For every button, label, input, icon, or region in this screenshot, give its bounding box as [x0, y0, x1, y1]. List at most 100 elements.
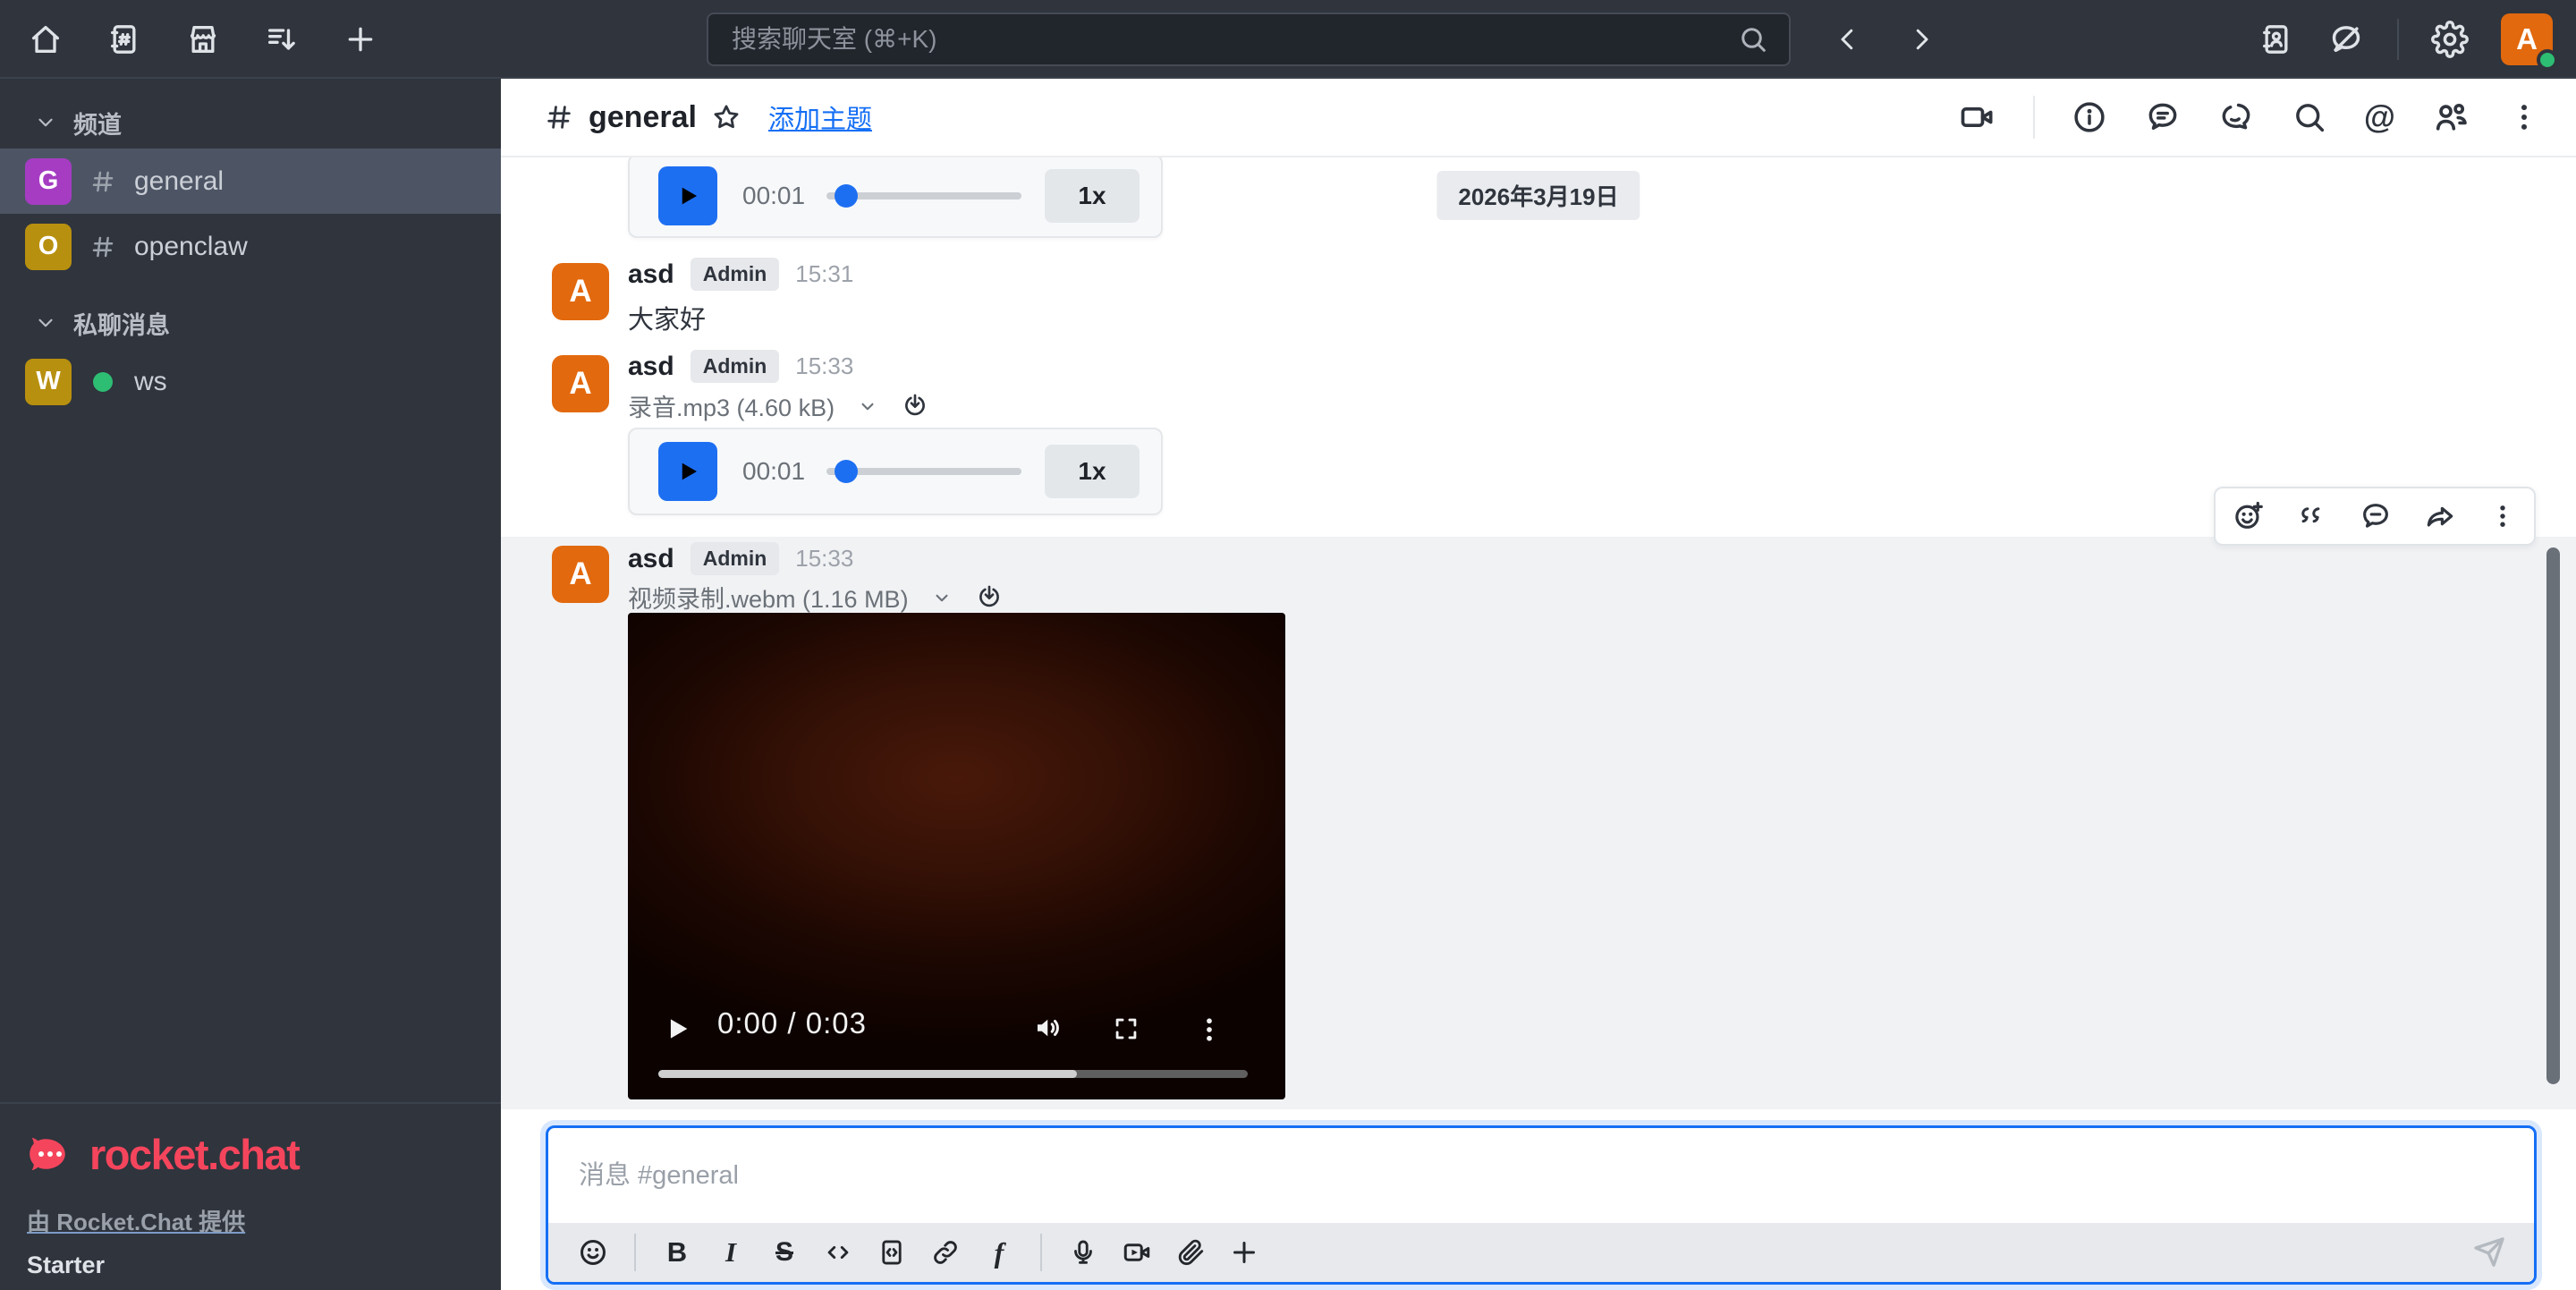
discussions-icon[interactable] — [2217, 98, 2255, 136]
send-icon[interactable] — [2466, 1229, 2512, 1276]
message-avatar[interactable]: A — [552, 355, 609, 412]
chat-slash-icon[interactable] — [2327, 21, 2365, 58]
room-info-icon[interactable] — [2071, 98, 2108, 136]
italic-icon[interactable]: I — [708, 1229, 754, 1276]
add-topic-link[interactable]: 添加主题 — [768, 98, 872, 136]
section-channels-label: 频道 — [73, 106, 122, 140]
playback-rate-button[interactable]: 1x — [1045, 445, 1140, 498]
channel-title[interactable]: general — [589, 100, 697, 135]
video-menu-icon[interactable] — [1193, 1014, 1225, 1046]
audio-attachment-player: 00:01 1x — [628, 157, 1163, 238]
emoji-icon[interactable] — [570, 1229, 616, 1276]
hash-icon — [544, 102, 574, 132]
home-icon[interactable] — [27, 21, 64, 58]
message-avatar[interactable]: A — [552, 546, 609, 603]
code-block-icon[interactable] — [869, 1229, 915, 1276]
video-attachment-player[interactable]: 0:00 / 0:03 — [628, 613, 1285, 1099]
plus-actions-icon[interactable] — [1221, 1229, 1267, 1276]
online-status-dot — [93, 372, 113, 392]
section-direct-messages[interactable]: 私聊消息 — [0, 297, 501, 349]
attachment-row: 视频录制.webm (1.16 MB) — [628, 580, 1004, 615]
hash-icon — [89, 233, 116, 260]
members-icon[interactable] — [2431, 98, 2470, 137]
provided-by-link[interactable]: 由 Rocket.Chat 提供 — [27, 1204, 245, 1237]
volume-icon[interactable] — [1032, 1012, 1064, 1044]
message-hover-row: A asd Admin 15:33 视频录制.webm (1.16 MB) 0:… — [501, 537, 2576, 1109]
download-icon[interactable] — [901, 392, 929, 420]
katex-icon[interactable]: f — [976, 1229, 1022, 1276]
collapse-chevron-icon[interactable] — [930, 586, 953, 609]
message-time: 15:33 — [795, 352, 853, 380]
video-message-icon[interactable] — [1114, 1229, 1160, 1276]
quote-icon[interactable] — [2296, 500, 2328, 532]
attach-file-icon[interactable] — [1167, 1229, 1214, 1276]
sidebar-item-ws[interactable]: W ws — [0, 349, 501, 414]
video-play-icon[interactable] — [662, 1014, 692, 1044]
kebab-menu-icon[interactable] — [2506, 99, 2542, 135]
link-icon[interactable] — [922, 1229, 969, 1276]
inline-code-icon[interactable] — [815, 1229, 861, 1276]
favorite-star-icon[interactable] — [711, 102, 741, 132]
global-search[interactable] — [707, 13, 1791, 66]
attachment-title[interactable]: 录音.mp3 (4.60 kB) — [628, 388, 835, 423]
marketplace-icon[interactable] — [184, 21, 222, 58]
chevron-down-icon — [34, 111, 57, 134]
message-time: 15:33 — [795, 545, 853, 573]
contacts-icon[interactable] — [2258, 21, 2295, 58]
play-icon[interactable] — [658, 166, 717, 225]
user-avatar[interactable]: A — [2501, 13, 2553, 65]
date-divider: 2026年3月19日 — [1436, 171, 1640, 220]
header-divider — [2033, 96, 2035, 139]
reply-in-thread-icon[interactable] — [2359, 499, 2393, 533]
add-reaction-icon[interactable] — [2232, 499, 2266, 533]
back-icon[interactable] — [1829, 21, 1867, 58]
admin-settings-icon[interactable] — [2431, 21, 2469, 58]
attachment-title[interactable]: 视频录制.webm (1.16 MB) — [628, 580, 909, 615]
collapse-chevron-icon[interactable] — [856, 395, 879, 418]
search-input[interactable] — [708, 25, 1737, 54]
message-username[interactable]: asd — [628, 544, 674, 574]
message-username[interactable]: asd — [628, 259, 674, 290]
message-avatar[interactable]: A — [552, 263, 609, 320]
video-time: 0:00 / 0:03 — [717, 1006, 867, 1040]
threads-icon[interactable] — [2144, 98, 2182, 136]
video-progress-bar[interactable] — [658, 1070, 1248, 1078]
audio-time: 00:01 — [742, 182, 805, 210]
forward-message-icon[interactable] — [2423, 499, 2457, 533]
video-call-icon[interactable] — [1958, 98, 1997, 137]
message-input[interactable] — [548, 1161, 2534, 1191]
sidebar-item-general[interactable]: G general — [0, 149, 501, 214]
mentions-icon[interactable]: @ — [2364, 101, 2395, 133]
directory-icon[interactable] — [106, 21, 143, 58]
online-status-dot — [2537, 49, 2558, 71]
audio-time: 00:01 — [742, 457, 805, 486]
playback-rate-button[interactable]: 1x — [1045, 169, 1140, 223]
download-icon[interactable] — [975, 583, 1004, 612]
forward-icon[interactable] — [1902, 21, 1940, 58]
sidebar-item-openclaw[interactable]: O openclaw — [0, 214, 501, 279]
message-header: asd Admin 15:31 — [628, 258, 853, 291]
message-actions-toolbar — [2214, 487, 2536, 546]
play-icon[interactable] — [658, 442, 717, 501]
search-messages-icon[interactable] — [2291, 98, 2328, 136]
composer-toolbar: B I S f — [548, 1223, 2534, 1282]
role-badge: Admin — [691, 542, 780, 575]
fullscreen-icon[interactable] — [1111, 1014, 1141, 1044]
scrollbar-thumb[interactable] — [2546, 547, 2560, 1084]
rocketchat-logo[interactable]: rocket.chat — [27, 1129, 474, 1179]
toolbar-divider — [1040, 1234, 1042, 1271]
toolbar-divider — [634, 1234, 636, 1271]
audio-message-icon[interactable] — [1060, 1229, 1106, 1276]
message-kebab-icon[interactable] — [2487, 501, 2518, 531]
section-channels[interactable]: 频道 — [0, 97, 501, 149]
audio-seek-slider[interactable] — [826, 460, 1021, 483]
search-icon — [1737, 23, 1769, 55]
sidebar: 频道 G general O openclaw 私聊消息 W ws rocket… — [0, 79, 501, 1290]
hash-icon — [89, 168, 116, 195]
message-username[interactable]: asd — [628, 352, 674, 382]
strikethrough-icon[interactable]: S — [761, 1229, 808, 1276]
bold-icon[interactable]: B — [654, 1229, 700, 1276]
create-new-icon[interactable] — [342, 21, 379, 58]
audio-seek-slider[interactable] — [826, 184, 1021, 208]
sort-icon[interactable] — [263, 21, 301, 58]
